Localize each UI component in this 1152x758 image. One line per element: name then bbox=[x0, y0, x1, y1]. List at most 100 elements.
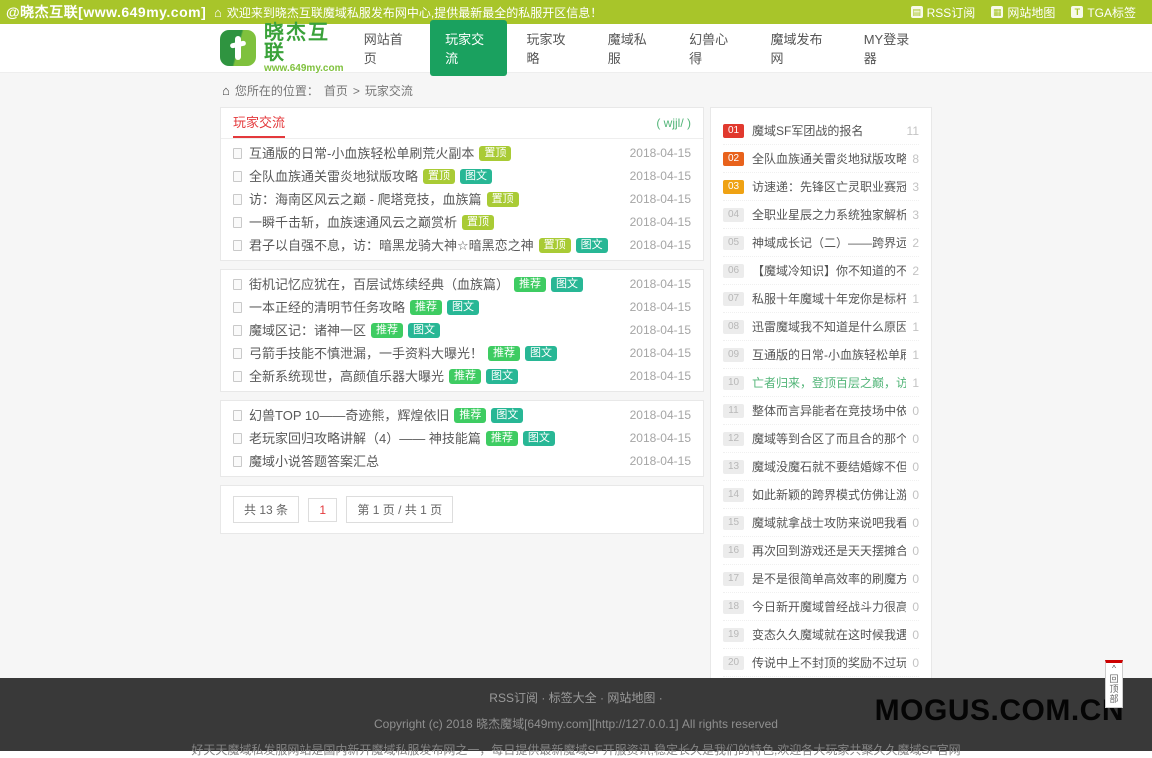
rank-item[interactable]: 12魔域等到合区了而且合的那个区物价相对...0 bbox=[723, 425, 919, 453]
document-icon bbox=[233, 194, 242, 205]
rank-item[interactable]: 01魔域SF军团战的报名11 bbox=[723, 117, 919, 145]
view-count: 8 bbox=[912, 152, 919, 166]
badge-pic: 图文 bbox=[491, 408, 523, 423]
article-group-box: 玩家交流 ( wjjl/ ) 互通版的日常-小血族轻松单刷荒火副本置顶2018-… bbox=[220, 107, 704, 261]
article-link[interactable]: 一本正经的清明节任务攻略 bbox=[249, 300, 405, 315]
rank-number: 20 bbox=[723, 656, 744, 670]
rank-number: 17 bbox=[723, 572, 744, 586]
article-link[interactable]: 弓箭手技能不慎泄漏，一手资料大曝光！ bbox=[249, 346, 483, 361]
rank-item[interactable]: 16再次回到游戏还是天天摆摊合区了柳儿的...0 bbox=[723, 537, 919, 565]
nav-item[interactable]: 魔域发布网 bbox=[756, 20, 845, 76]
article-date: 2018-04-15 bbox=[622, 369, 691, 384]
badge-rec: 推荐 bbox=[454, 408, 486, 423]
panel-title[interactable]: 玩家交流 bbox=[233, 108, 285, 138]
rank-number: 08 bbox=[723, 320, 744, 334]
rank-number: 07 bbox=[723, 292, 744, 306]
chevron-up-icon: ^ bbox=[1106, 664, 1122, 674]
rank-item[interactable]: 10亡者归来，登顶百层之巅，访：沫然1 bbox=[723, 369, 919, 397]
nav-item[interactable]: 网站首页 bbox=[349, 20, 426, 76]
nav-item[interactable]: 魔域私服 bbox=[593, 20, 670, 76]
rank-title: 全队血族通关雷炎地狱版攻略 bbox=[752, 150, 906, 167]
rank-number: 01 bbox=[723, 124, 744, 138]
rank-number: 19 bbox=[723, 628, 744, 642]
article-link[interactable]: 幻兽TOP 10——奇迹熊，辉煌依旧 bbox=[249, 408, 449, 423]
article-row: 魔域小说答题答案汇总2018-04-15 bbox=[221, 450, 703, 473]
rank-number: 09 bbox=[723, 348, 744, 362]
rank-number: 04 bbox=[723, 208, 744, 222]
article-link[interactable]: 互通版的日常-小血族轻松单刷荒火副本 bbox=[249, 146, 474, 161]
rank-item[interactable]: 02全队血族通关雷炎地狱版攻略8 bbox=[723, 145, 919, 173]
article-row: 弓箭手技能不慎泄漏，一手资料大曝光！推荐图文2018-04-15 bbox=[221, 342, 703, 365]
pagination-total: 共 13 条 bbox=[233, 496, 299, 523]
site-logo[interactable]: 晓杰互联 www.649my.com bbox=[220, 23, 345, 74]
nav-item[interactable]: 玩家交流 bbox=[430, 20, 507, 76]
article-date: 2018-04-15 bbox=[622, 346, 691, 361]
nav-item[interactable]: MY登录器 bbox=[849, 20, 932, 76]
rank-item[interactable]: 21魔域s服在一次组队练级时我认识了龙哥...0 bbox=[723, 677, 919, 678]
rank-title: 魔域没魔石就不要结婚嫁不但没给我红包... bbox=[752, 458, 906, 475]
badge-pic: 图文 bbox=[523, 431, 555, 446]
rank-item[interactable]: 07私服十年魔域十年宠你是标杆又没有逼着...1 bbox=[723, 285, 919, 313]
rank-item[interactable]: 08迅雷魔域我不知道是什么原因第一次玩网...1 bbox=[723, 313, 919, 341]
footer-link[interactable]: 网站地图 bbox=[607, 691, 655, 705]
document-icon bbox=[233, 371, 242, 382]
rank-title: 如此新颖的跨界模式仿佛让游戏中的黑豹... bbox=[752, 486, 906, 503]
badge-rec: 推荐 bbox=[371, 323, 403, 338]
rank-item[interactable]: 05神域成长记（二）——跨界远征2 bbox=[723, 229, 919, 257]
article-date: 2018-04-15 bbox=[622, 408, 691, 423]
breadcrumb-prefix: 您所在的位置： bbox=[235, 82, 319, 99]
rank-item[interactable]: 19变态久久魔域就在这时候我遇到了我老婆...0 bbox=[723, 621, 919, 649]
footer-link[interactable]: 标签大全 bbox=[549, 691, 597, 705]
topbar-link[interactable]: ▦网站地图 bbox=[991, 4, 1055, 21]
view-count: 1 bbox=[912, 376, 919, 390]
nav-item[interactable]: 玩家攻略 bbox=[511, 20, 588, 76]
document-icon bbox=[233, 410, 242, 421]
view-count: 2 bbox=[912, 264, 919, 278]
document-icon bbox=[233, 325, 242, 336]
article-link[interactable]: 全队血族通关雷炎地狱版攻略 bbox=[249, 169, 418, 184]
article-row: 一瞬千击斩，血族速通风云之巅赏析置顶2018-04-15 bbox=[221, 211, 703, 234]
article-row: 街机记忆应犹在，百层试炼续经典（血族篇）推荐图文2018-04-15 bbox=[221, 273, 703, 296]
rank-item[interactable]: 13魔域没魔石就不要结婚嫁不但没给我红包...0 bbox=[723, 453, 919, 481]
rank-title: 再次回到游戏还是天天摆摊合区了柳儿的... bbox=[752, 542, 906, 559]
article-link[interactable]: 魔域小说答题答案汇总 bbox=[249, 454, 379, 469]
rank-item[interactable]: 11整体而言异能者在竞技场中依然处于劣势...0 bbox=[723, 397, 919, 425]
rank-item[interactable]: 03访速递：先锋区亡灵职业赛冠军对全新亡...3 bbox=[723, 173, 919, 201]
article-date: 2018-04-15 bbox=[622, 238, 691, 253]
nav-item[interactable]: 幻兽心得 bbox=[674, 20, 751, 76]
rank-title: 今日新开魔域曾经战斗力很高的时候为了... bbox=[752, 598, 906, 615]
rank-item[interactable]: 06【魔域冷知识】你不知道的不知火舞2 bbox=[723, 257, 919, 285]
view-count: 3 bbox=[912, 208, 919, 222]
rank-item[interactable]: 04全职业星辰之力系统独家解析——亡灵篇...3 bbox=[723, 201, 919, 229]
article-link[interactable]: 老玩家回归攻略讲解（4）—— 神技能篇 bbox=[249, 431, 481, 446]
rank-item[interactable]: 15魔域就拿战士攻防来说吧我看过许多的合...0 bbox=[723, 509, 919, 537]
rank-title: 亡者归来，登顶百层之巅，访：沫然 bbox=[752, 374, 906, 391]
article-date: 2018-04-15 bbox=[622, 323, 691, 338]
article-link[interactable]: 一瞬千击斩，血族速通风云之巅赏析 bbox=[249, 215, 457, 230]
rank-item[interactable]: 18今日新开魔域曾经战斗力很高的时候为了...0 bbox=[723, 593, 919, 621]
rank-item[interactable]: 14如此新颖的跨界模式仿佛让游戏中的黑豹...0 bbox=[723, 481, 919, 509]
rank-item[interactable]: 20传说中上不封顶的奖励不过玩家的智慧总...0 bbox=[723, 649, 919, 677]
topbar-link[interactable]: TTGA标签 bbox=[1071, 4, 1136, 21]
article-link[interactable]: 访：海南区风云之巅 - 爬塔竞技，血族篇 bbox=[249, 192, 482, 207]
article-link[interactable]: 街机记忆应犹在，百层试炼续经典（血族篇） bbox=[249, 277, 509, 292]
article-link[interactable]: 君子以自强不息，访：暗黑龙骑大神☆暗黑恋之神 bbox=[249, 238, 534, 253]
breadcrumb-home-link[interactable]: 首页 bbox=[324, 82, 348, 99]
article-column: 玩家交流 ( wjjl/ ) 互通版的日常-小血族轻松单刷荒火副本置顶2018-… bbox=[220, 107, 704, 534]
footer-link[interactable]: RSS订阅 bbox=[489, 691, 538, 705]
topbar-link[interactable]: ▤RSS订阅 bbox=[911, 4, 976, 21]
sitemap-icon: ▦ bbox=[991, 6, 1003, 18]
view-count: 1 bbox=[912, 320, 919, 334]
badge-pic: 图文 bbox=[408, 323, 440, 338]
rank-item[interactable]: 09互通版的日常-小血族轻松单刷荒火副本...1 bbox=[723, 341, 919, 369]
view-count: 3 bbox=[912, 180, 919, 194]
rank-number: 03 bbox=[723, 180, 744, 194]
article-link[interactable]: 魔域区记：诸神一区 bbox=[249, 323, 366, 338]
rank-item[interactable]: 17是不是很简单高效率的刷魔方法呢估计没...0 bbox=[723, 565, 919, 593]
back-to-top-button[interactable]: ^ 回顶部 bbox=[1105, 660, 1123, 708]
article-row: 魔域区记：诸神一区推荐图文 2018-04-15 bbox=[221, 319, 703, 342]
pagination-page-1[interactable]: 1 bbox=[308, 498, 337, 522]
article-link[interactable]: 全新系统现世，高颜值乐器大曝光 bbox=[249, 369, 444, 384]
view-count: 1 bbox=[912, 348, 919, 362]
back-to-top-label-char: 顶 bbox=[1106, 684, 1122, 694]
